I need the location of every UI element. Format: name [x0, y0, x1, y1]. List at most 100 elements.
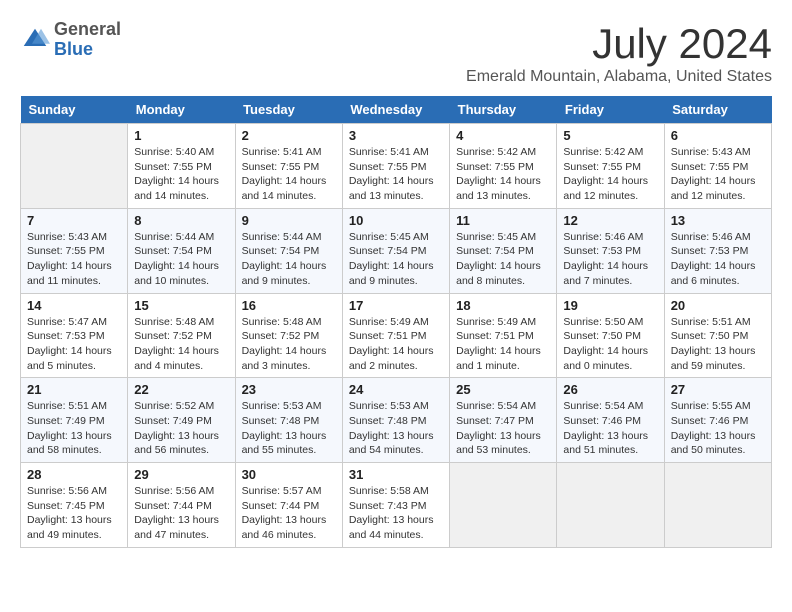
logo-icon [20, 25, 50, 55]
day-number: 8 [134, 213, 228, 228]
day-info: Sunrise: 5:58 AMSunset: 7:43 PMDaylight:… [349, 484, 443, 543]
day-number: 15 [134, 298, 228, 313]
calendar-week-row: 14 Sunrise: 5:47 AMSunset: 7:53 PMDayligh… [21, 293, 772, 378]
day-number: 3 [349, 128, 443, 143]
calendar-cell: 1 Sunrise: 5:40 AMSunset: 7:55 PMDaylight… [128, 124, 235, 209]
day-info: Sunrise: 5:45 AMSunset: 7:54 PMDaylight:… [349, 230, 443, 289]
calendar-cell: 6Sunrise: 5:43 AMSunset: 7:55 PMDaylight… [664, 124, 771, 209]
calendar-cell: 31 Sunrise: 5:58 AMSunset: 7:43 PMDayligh… [342, 463, 449, 548]
logo-blue-text: Blue [54, 39, 93, 59]
calendar-cell: 4 Sunrise: 5:42 AMSunset: 7:55 PMDaylight… [450, 124, 557, 209]
weekday-header-friday: Friday [557, 96, 664, 124]
day-number: 31 [349, 467, 443, 482]
day-number: 28 [27, 467, 121, 482]
day-info: Sunrise: 5:56 AMSunset: 7:44 PMDaylight:… [134, 484, 228, 543]
day-number: 21 [27, 382, 121, 397]
calendar-week-row: 1 Sunrise: 5:40 AMSunset: 7:55 PMDaylight… [21, 124, 772, 209]
day-number: 4 [456, 128, 550, 143]
day-info: Sunrise: 5:51 AMSunset: 7:49 PMDaylight:… [27, 399, 121, 458]
calendar-cell: 29 Sunrise: 5:56 AMSunset: 7:44 PMDayligh… [128, 463, 235, 548]
calendar-cell: 2 Sunrise: 5:41 AMSunset: 7:55 PMDaylight… [235, 124, 342, 209]
calendar-cell: 21 Sunrise: 5:51 AMSunset: 7:49 PMDayligh… [21, 378, 128, 463]
day-info: Sunrise: 5:43 AMSunset: 7:55 PMDaylight:… [27, 230, 121, 289]
weekday-header-thursday: Thursday [450, 96, 557, 124]
day-info: Sunrise: 5:52 AMSunset: 7:49 PMDaylight:… [134, 399, 228, 458]
day-number: 30 [242, 467, 336, 482]
day-info: Sunrise: 5:53 AMSunset: 7:48 PMDaylight:… [242, 399, 336, 458]
day-info: Sunrise: 5:46 AMSunset: 7:53 PMDaylight:… [671, 230, 765, 289]
calendar-cell: 23 Sunrise: 5:53 AMSunset: 7:48 PMDayligh… [235, 378, 342, 463]
day-number: 6 [671, 128, 765, 143]
day-info: Sunrise: 5:55 AMSunset: 7:46 PMDaylight:… [671, 399, 765, 458]
calendar-cell: 22 Sunrise: 5:52 AMSunset: 7:49 PMDayligh… [128, 378, 235, 463]
day-number: 25 [456, 382, 550, 397]
day-info: Sunrise: 5:40 AMSunset: 7:55 PMDaylight:… [134, 145, 228, 204]
calendar-cell: 26 Sunrise: 5:54 AMSunset: 7:46 PMDayligh… [557, 378, 664, 463]
day-info: Sunrise: 5:49 AMSunset: 7:51 PMDaylight:… [349, 315, 443, 374]
calendar-cell: 8 Sunrise: 5:44 AMSunset: 7:54 PMDaylight… [128, 208, 235, 293]
weekday-header-wednesday: Wednesday [342, 96, 449, 124]
day-number: 9 [242, 213, 336, 228]
calendar-cell: 27 Sunrise: 5:55 AMSunset: 7:46 PMDayligh… [664, 378, 771, 463]
day-info: Sunrise: 5:45 AMSunset: 7:54 PMDaylight:… [456, 230, 550, 289]
calendar-cell: 28 Sunrise: 5:56 AMSunset: 7:45 PMDayligh… [21, 463, 128, 548]
day-info: Sunrise: 5:44 AMSunset: 7:54 PMDaylight:… [134, 230, 228, 289]
calendar-cell: 25 Sunrise: 5:54 AMSunset: 7:47 PMDayligh… [450, 378, 557, 463]
day-info: Sunrise: 5:42 AMSunset: 7:55 PMDaylight:… [456, 145, 550, 204]
calendar-cell: 15 Sunrise: 5:48 AMSunset: 7:52 PMDayligh… [128, 293, 235, 378]
day-info: Sunrise: 5:50 AMSunset: 7:50 PMDaylight:… [563, 315, 657, 374]
day-number: 23 [242, 382, 336, 397]
title-block: July 2024 Emerald Mountain, Alabama, Uni… [466, 20, 772, 86]
calendar-cell [21, 124, 128, 209]
day-info: Sunrise: 5:54 AMSunset: 7:46 PMDaylight:… [563, 399, 657, 458]
weekday-header-monday: Monday [128, 96, 235, 124]
calendar-cell [450, 463, 557, 548]
day-number: 24 [349, 382, 443, 397]
day-number: 2 [242, 128, 336, 143]
calendar-cell: 13 Sunrise: 5:46 AMSunset: 7:53 PMDayligh… [664, 208, 771, 293]
day-number: 1 [134, 128, 228, 143]
calendar-week-row: 28 Sunrise: 5:56 AMSunset: 7:45 PMDayligh… [21, 463, 772, 548]
day-number: 12 [563, 213, 657, 228]
calendar-cell: 9 Sunrise: 5:44 AMSunset: 7:54 PMDaylight… [235, 208, 342, 293]
day-info: Sunrise: 5:47 AMSunset: 7:53 PMDaylight:… [27, 315, 121, 374]
weekday-header-row: SundayMondayTuesdayWednesdayThursdayFrid… [21, 96, 772, 124]
day-number: 26 [563, 382, 657, 397]
day-info: Sunrise: 5:42 AMSunset: 7:55 PMDaylight:… [563, 145, 657, 204]
weekday-header-tuesday: Tuesday [235, 96, 342, 124]
day-info: Sunrise: 5:53 AMSunset: 7:48 PMDaylight:… [349, 399, 443, 458]
calendar-cell: 24 Sunrise: 5:53 AMSunset: 7:48 PMDayligh… [342, 378, 449, 463]
day-number: 22 [134, 382, 228, 397]
calendar-cell: 7 Sunrise: 5:43 AMSunset: 7:55 PMDaylight… [21, 208, 128, 293]
day-number: 19 [563, 298, 657, 313]
day-info: Sunrise: 5:41 AMSunset: 7:55 PMDaylight:… [349, 145, 443, 204]
calendar-week-row: 7 Sunrise: 5:43 AMSunset: 7:55 PMDaylight… [21, 208, 772, 293]
day-number: 7 [27, 213, 121, 228]
day-number: 13 [671, 213, 765, 228]
day-info: Sunrise: 5:41 AMSunset: 7:55 PMDaylight:… [242, 145, 336, 204]
calendar-cell: 30Sunrise: 5:57 AMSunset: 7:44 PMDayligh… [235, 463, 342, 548]
day-number: 27 [671, 382, 765, 397]
calendar-cell: 17Sunrise: 5:49 AMSunset: 7:51 PMDayligh… [342, 293, 449, 378]
day-number: 20 [671, 298, 765, 313]
day-info: Sunrise: 5:44 AMSunset: 7:54 PMDaylight:… [242, 230, 336, 289]
day-info: Sunrise: 5:51 AMSunset: 7:50 PMDaylight:… [671, 315, 765, 374]
weekday-header-sunday: Sunday [21, 96, 128, 124]
day-number: 29 [134, 467, 228, 482]
page-header: General Blue July 2024 Emerald Mountain,… [20, 20, 772, 86]
day-info: Sunrise: 5:56 AMSunset: 7:45 PMDaylight:… [27, 484, 121, 543]
day-info: Sunrise: 5:49 AMSunset: 7:51 PMDaylight:… [456, 315, 550, 374]
calendar-cell: 5Sunrise: 5:42 AMSunset: 7:55 PMDaylight… [557, 124, 664, 209]
day-number: 14 [27, 298, 121, 313]
calendar-cell [557, 463, 664, 548]
location-title: Emerald Mountain, Alabama, United States [466, 68, 772, 86]
day-info: Sunrise: 5:46 AMSunset: 7:53 PMDaylight:… [563, 230, 657, 289]
day-info: Sunrise: 5:54 AMSunset: 7:47 PMDaylight:… [456, 399, 550, 458]
day-number: 16 [242, 298, 336, 313]
calendar-week-row: 21 Sunrise: 5:51 AMSunset: 7:49 PMDayligh… [21, 378, 772, 463]
calendar-cell: 18Sunrise: 5:49 AMSunset: 7:51 PMDayligh… [450, 293, 557, 378]
calendar-cell: 19 Sunrise: 5:50 AMSunset: 7:50 PMDayligh… [557, 293, 664, 378]
day-info: Sunrise: 5:48 AMSunset: 7:52 PMDaylight:… [134, 315, 228, 374]
calendar-cell: 16Sunrise: 5:48 AMSunset: 7:52 PMDayligh… [235, 293, 342, 378]
logo: General Blue [20, 20, 121, 60]
